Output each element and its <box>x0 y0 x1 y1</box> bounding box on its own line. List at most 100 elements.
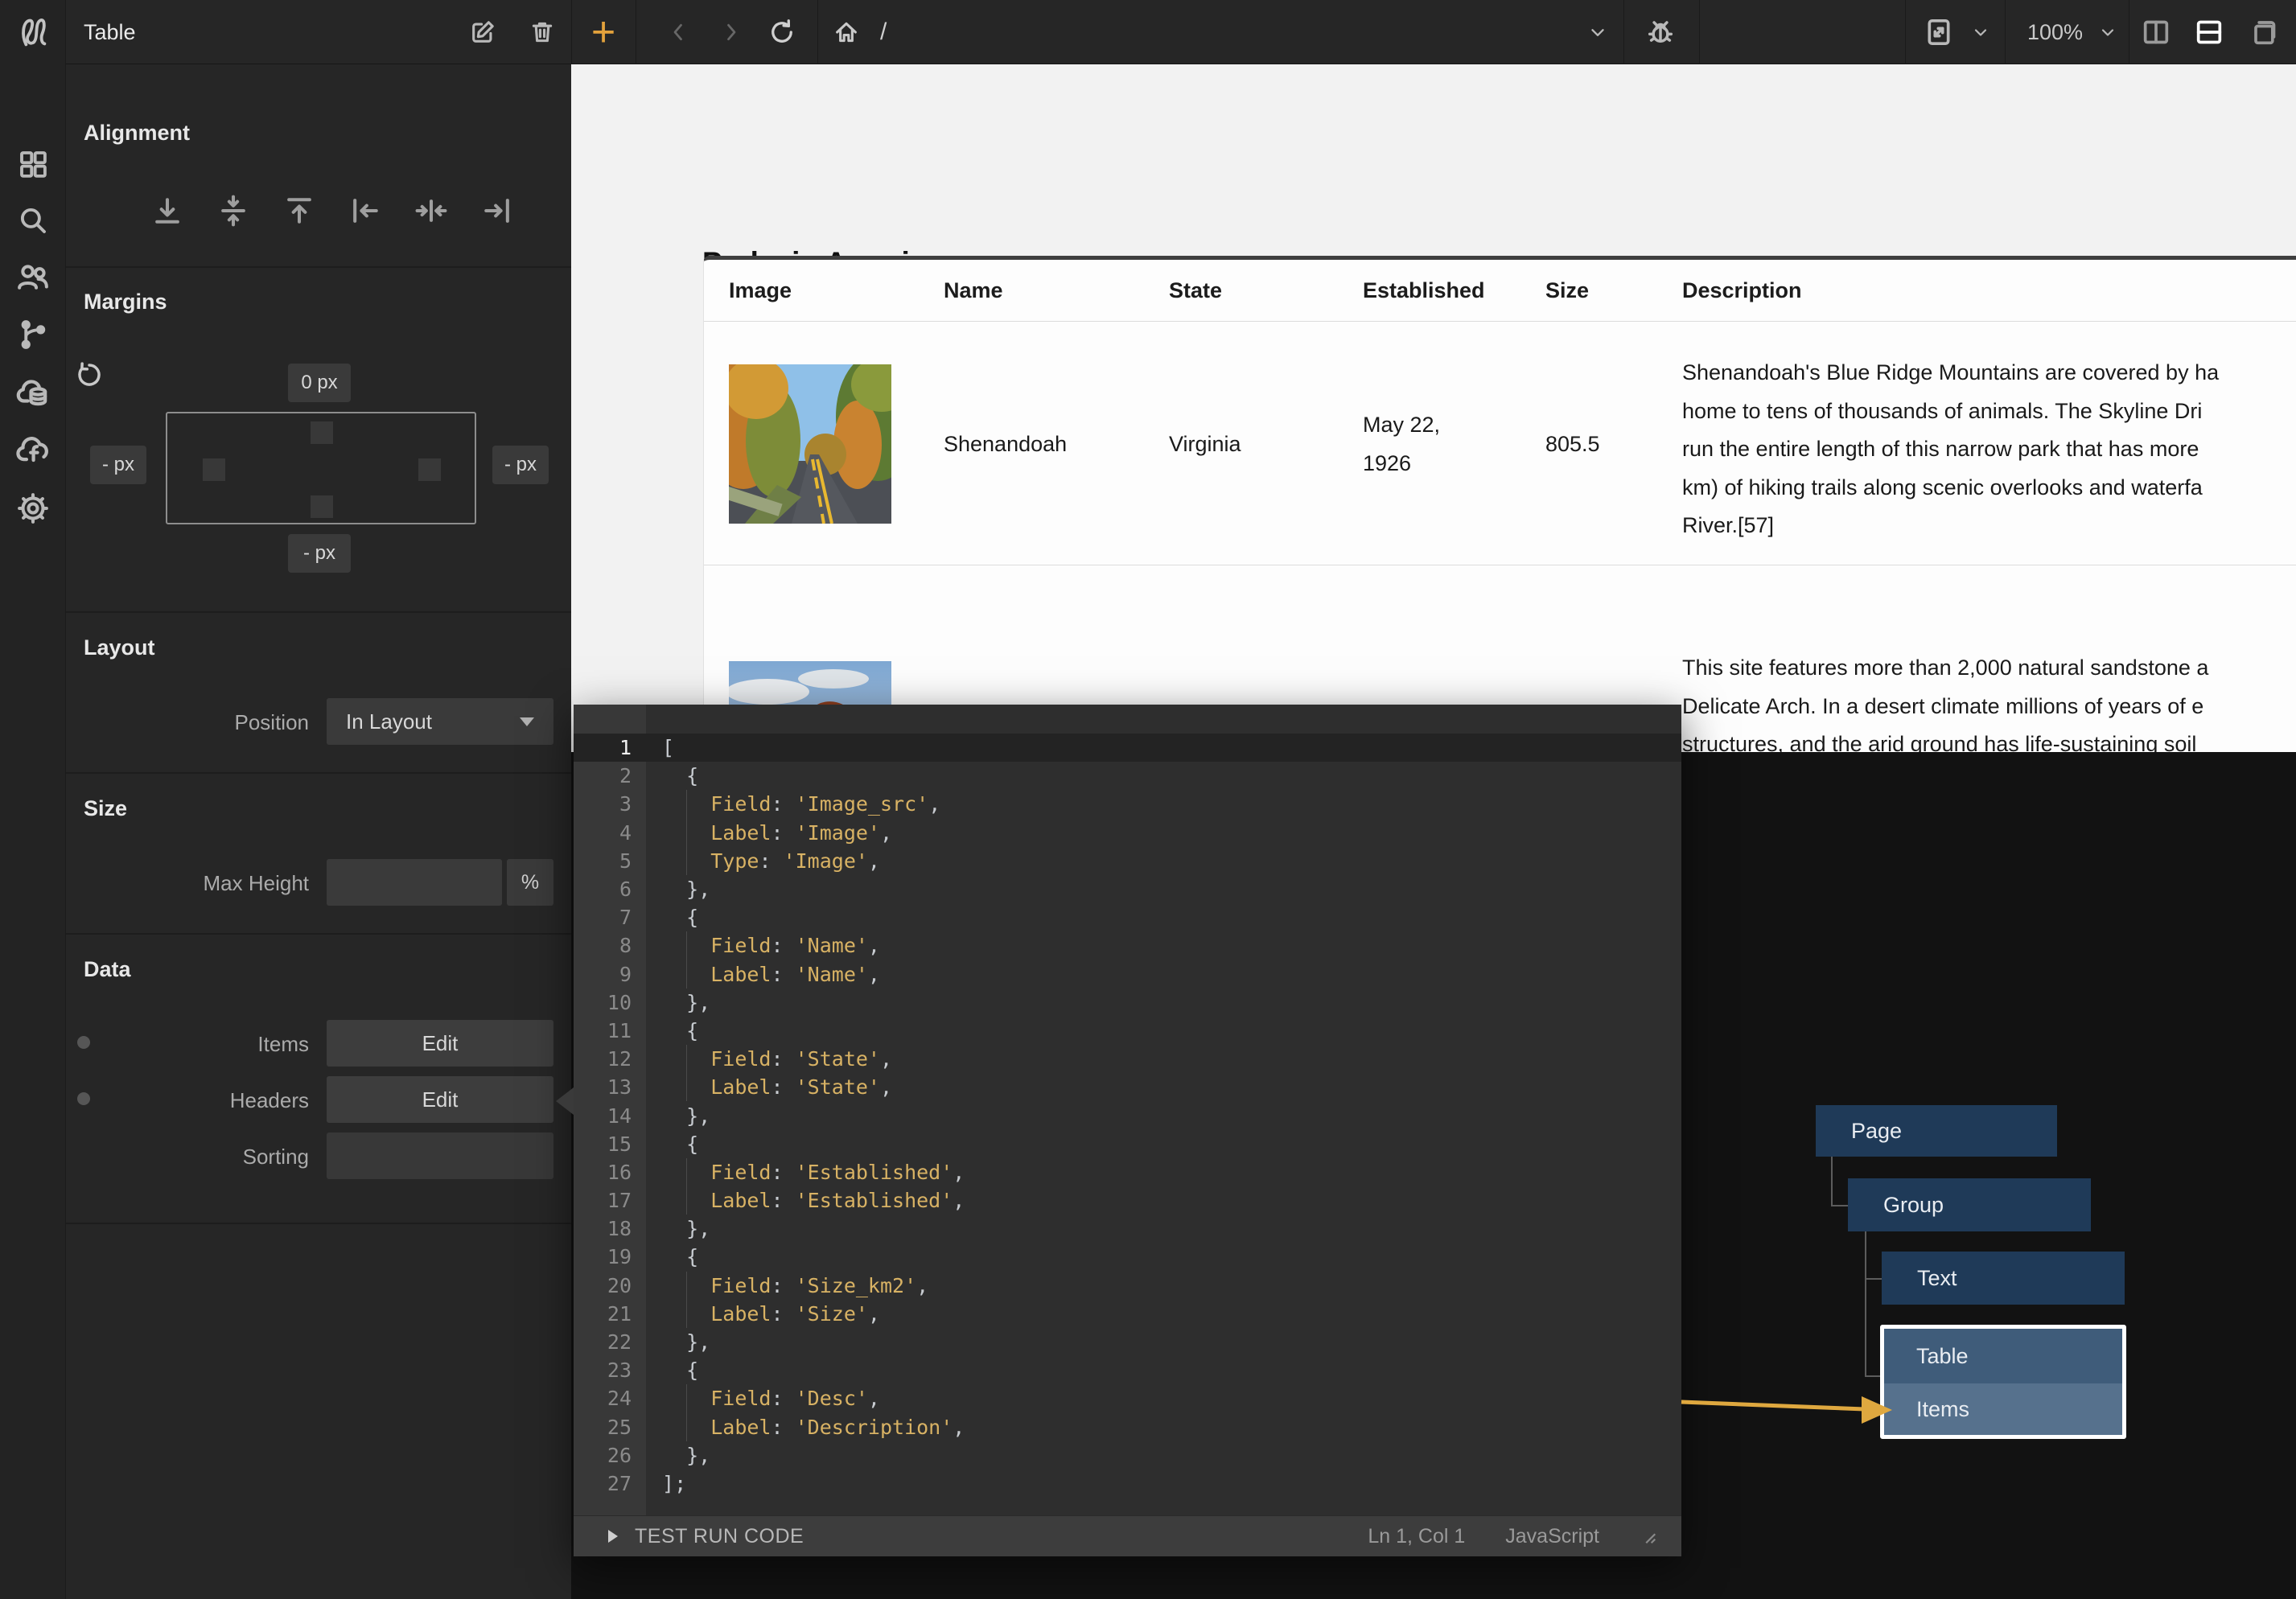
code-line[interactable]: 8 Field: 'Name', <box>574 931 1681 960</box>
align-top-icon[interactable] <box>282 193 317 228</box>
tree-node-table-label[interactable]: Table <box>1884 1329 2122 1383</box>
align-left-icon[interactable] <box>348 193 383 228</box>
margin-right-handle[interactable] <box>418 458 441 481</box>
divider <box>2005 0 2006 64</box>
align-vertical-center-icon[interactable] <box>216 193 251 228</box>
flow-branch-icon[interactable] <box>0 309 66 360</box>
code-line[interactable]: 5 Type: 'Image', <box>574 847 1681 875</box>
split-rows-icon[interactable] <box>2187 0 2232 64</box>
position-select[interactable]: In Layout <box>327 698 553 745</box>
code-line[interactable]: 17 Label: 'Established', <box>574 1186 1681 1215</box>
margins-reset-icon[interactable] <box>74 360 105 391</box>
fit-chevron-down-icon[interactable] <box>1958 0 2003 64</box>
margin-top-input[interactable]: 0 px <box>288 364 351 402</box>
tree-node-page[interactable]: Page <box>1816 1105 2057 1157</box>
code-line[interactable]: 16 Field: 'Established', <box>574 1158 1681 1186</box>
nav-forward-icon[interactable] <box>708 0 753 64</box>
code-line[interactable]: 11 { <box>574 1017 1681 1045</box>
sorting-label: Sorting <box>68 1145 309 1169</box>
add-tab-button[interactable]: + <box>571 0 636 64</box>
test-run-code-button[interactable]: TEST RUN CODE <box>635 1525 804 1548</box>
table-row[interactable]: Shenandoah Virginia May 22, 1926 805.5 S… <box>704 322 2296 565</box>
column-header[interactable]: State <box>1169 260 1222 322</box>
code-line[interactable]: 22 }, <box>574 1328 1681 1356</box>
code-line[interactable]: 6 }, <box>574 875 1681 903</box>
code-line[interactable]: 1[ <box>574 734 1681 762</box>
align-bottom-icon[interactable] <box>150 193 185 228</box>
code-line[interactable]: 19 { <box>574 1243 1681 1271</box>
tree-connector <box>1865 1231 1866 1377</box>
canvas-artboard[interactable]: Parks in America Image Name State Establ… <box>571 64 2296 752</box>
play-icon[interactable] <box>603 1527 622 1546</box>
code-line[interactable]: 18 }, <box>574 1215 1681 1243</box>
column-header[interactable]: Description <box>1682 260 1802 322</box>
tree-node-table-selected[interactable]: Table Items <box>1880 1325 2126 1439</box>
users-icon[interactable] <box>0 251 66 302</box>
max-height-input[interactable] <box>327 859 502 906</box>
tree-node-text[interactable]: Text <box>1882 1252 2125 1305</box>
home-icon[interactable] <box>824 0 869 64</box>
dashboard-icon[interactable] <box>0 138 66 190</box>
zoom-chevron-down-icon[interactable] <box>2085 0 2130 64</box>
code-line[interactable]: 2 { <box>574 762 1681 790</box>
zoom-level[interactable]: 100% <box>2027 0 2083 64</box>
code-line[interactable]: 20 Field: 'Size_km2', <box>574 1272 1681 1300</box>
items-edit-button[interactable]: Edit <box>327 1020 553 1067</box>
max-height-unit[interactable]: % <box>507 859 553 906</box>
align-right-icon[interactable] <box>479 193 515 228</box>
margin-bottom-input[interactable]: - px <box>288 534 351 573</box>
left-icon-rail <box>0 64 66 1599</box>
column-header[interactable]: Name <box>944 260 1003 322</box>
code-line[interactable]: 24 Field: 'Desc', <box>574 1384 1681 1412</box>
refresh-icon[interactable] <box>759 0 804 64</box>
code-line[interactable]: 27]; <box>574 1470 1681 1498</box>
code-line[interactable]: 12 Field: 'State', <box>574 1045 1681 1073</box>
code-line[interactable]: 21 Label: 'Size', <box>574 1300 1681 1328</box>
alignment-section-title: Alignment <box>84 121 190 146</box>
split-columns-icon[interactable] <box>2133 0 2179 64</box>
margin-bottom-handle[interactable] <box>311 495 333 518</box>
margin-top-handle[interactable] <box>311 421 333 444</box>
copy-pages-icon[interactable] <box>2241 0 2286 64</box>
margin-left-handle[interactable] <box>203 458 225 481</box>
breadcrumb: / <box>880 0 887 64</box>
tree-node-items-slot[interactable]: Items <box>1884 1383 2122 1435</box>
tree-node-group[interactable]: Group <box>1848 1178 2091 1231</box>
cell-description: This site features more than 2,000 natur… <box>1682 649 2208 752</box>
code-line[interactable]: 9 Label: 'Name', <box>574 960 1681 989</box>
parks-table[interactable]: Image Name State Established Size Descri… <box>703 256 2296 752</box>
code-line[interactable]: 3 Field: 'Image_src', <box>574 790 1681 818</box>
settings-gear-icon[interactable] <box>0 483 66 534</box>
align-horizontal-center-icon[interactable] <box>414 193 449 228</box>
code-line[interactable]: 7 { <box>574 903 1681 931</box>
code-line[interactable]: 25 Label: 'Description', <box>574 1413 1681 1441</box>
fit-screen-icon[interactable] <box>1916 0 1961 64</box>
headers-edit-button[interactable]: Edit <box>327 1076 553 1123</box>
url-chevron-down-icon[interactable] <box>1575 0 1620 64</box>
debug-bug-icon[interactable] <box>1638 0 1683 64</box>
sorting-input[interactable] <box>327 1132 553 1179</box>
rename-element-icon[interactable] <box>460 0 505 64</box>
margin-right-input[interactable]: - px <box>492 446 549 484</box>
code-line[interactable]: 23 { <box>574 1356 1681 1384</box>
margin-left-input[interactable]: - px <box>90 446 146 484</box>
cloud-database-icon[interactable] <box>0 367 66 418</box>
app-logo[interactable] <box>0 0 66 64</box>
code-line[interactable]: 26 }, <box>574 1441 1681 1470</box>
code-editor-popover[interactable]: 1[2 {3 Field: 'Image_src',4 Label: 'Imag… <box>574 705 1681 1556</box>
tree-connector <box>1865 1375 1880 1377</box>
code-line[interactable]: 14 }, <box>574 1101 1681 1129</box>
code-lines[interactable]: 1[2 {3 Field: 'Image_src',4 Label: 'Imag… <box>574 734 1681 1498</box>
code-line[interactable]: 13 Label: 'State', <box>574 1073 1681 1101</box>
resize-grip-icon[interactable] <box>1640 1527 1657 1545</box>
nav-back-icon[interactable] <box>656 0 702 64</box>
code-line[interactable]: 15 { <box>574 1130 1681 1158</box>
delete-element-icon[interactable] <box>520 0 565 64</box>
code-line[interactable]: 4 Label: 'Image', <box>574 819 1681 847</box>
cloud-function-icon[interactable] <box>0 425 66 476</box>
column-header[interactable]: Established <box>1363 260 1485 322</box>
code-line[interactable]: 10 }, <box>574 989 1681 1017</box>
search-icon[interactable] <box>0 195 66 246</box>
column-header[interactable]: Image <box>729 260 792 322</box>
column-header[interactable]: Size <box>1545 260 1589 322</box>
